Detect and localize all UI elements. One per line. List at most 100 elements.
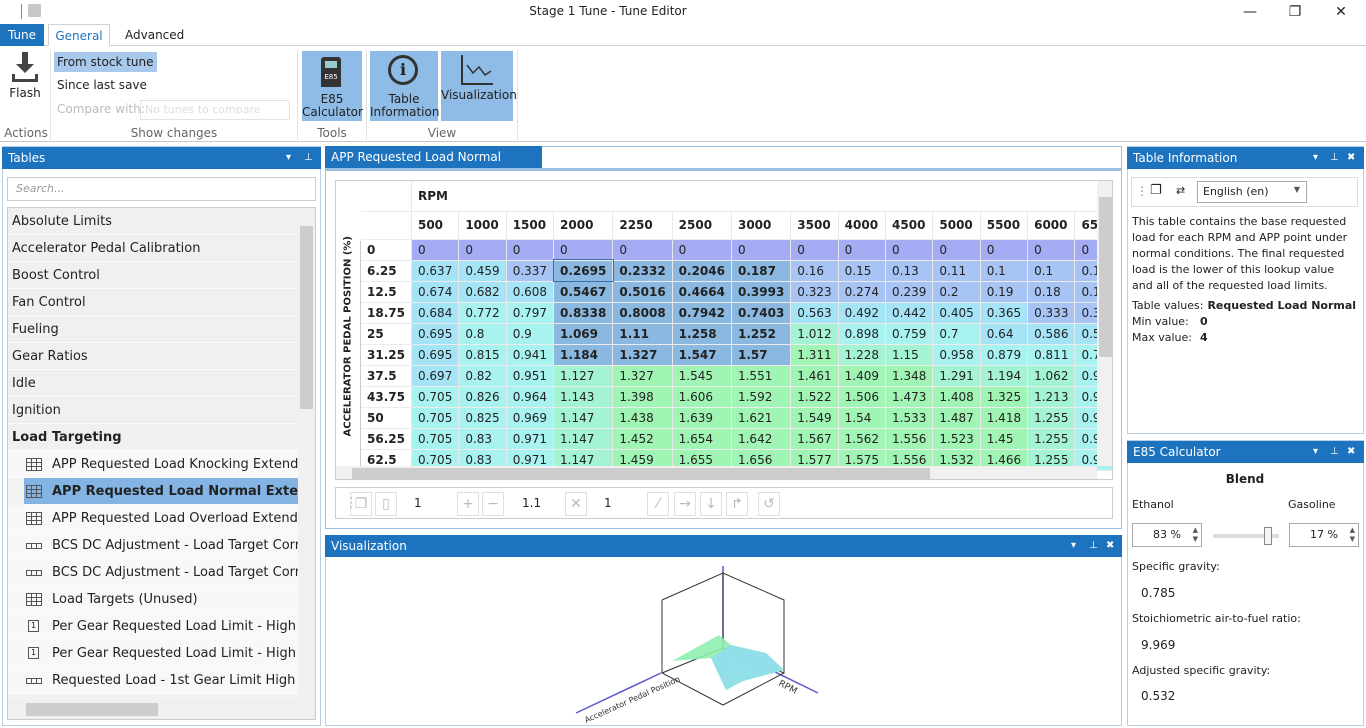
spin-arrows-icon[interactable]: ▲ ▼ bbox=[1193, 526, 1198, 544]
table-cell[interactable]: 1.606 bbox=[672, 386, 732, 408]
table-cell[interactable]: 1.062 bbox=[1027, 365, 1076, 387]
table-cell[interactable]: 0 bbox=[838, 239, 887, 261]
row-header[interactable]: 6.25 bbox=[361, 260, 412, 282]
pin-icon[interactable]: ⊥ bbox=[1330, 441, 1339, 463]
table-cell[interactable]: 0.2695 bbox=[552, 259, 614, 282]
table-cell[interactable]: 0.11 bbox=[932, 260, 981, 282]
pin-icon[interactable]: ⊥ bbox=[1089, 535, 1098, 557]
table-cell[interactable]: 1.547 bbox=[672, 344, 732, 366]
grid-vscroll-thumb[interactable] bbox=[1099, 197, 1112, 357]
table-cell[interactable]: 1.45 bbox=[980, 428, 1029, 450]
table-cell[interactable]: 0.8 bbox=[458, 323, 507, 345]
table-cell[interactable]: 1.11 bbox=[612, 323, 673, 345]
table-category[interactable]: Fueling bbox=[8, 316, 298, 343]
table-cell[interactable]: 0 bbox=[731, 239, 792, 261]
table-cell[interactable]: 1.523 bbox=[932, 428, 981, 450]
table-cell[interactable]: 1.15 bbox=[885, 344, 934, 366]
table-cell[interactable]: 0.898 bbox=[838, 323, 887, 345]
table-cell[interactable]: 0.2046 bbox=[672, 260, 732, 282]
table-cell[interactable]: 1.069 bbox=[553, 323, 614, 345]
ethanol-spinner[interactable]: 83 % ▲ ▼ bbox=[1132, 523, 1202, 547]
table-cell[interactable]: 1.291 bbox=[932, 365, 981, 387]
table-cell[interactable]: 0.971 bbox=[506, 428, 555, 450]
compare-with-dropdown[interactable]: No tunes to compare bbox=[140, 100, 290, 120]
table-cell[interactable]: 0.323 bbox=[790, 281, 839, 303]
close-button[interactable]: ✕ bbox=[1326, 2, 1356, 22]
row-header[interactable]: 50 bbox=[361, 407, 412, 429]
column-header[interactable]: 4500 bbox=[885, 211, 934, 240]
table-cell[interactable]: 1.522 bbox=[790, 386, 839, 408]
blend-slider[interactable] bbox=[1213, 527, 1279, 545]
grid-hscroll-thumb[interactable] bbox=[352, 468, 930, 479]
column-header[interactable]: 1000 bbox=[458, 211, 507, 240]
table-cell[interactable]: 0.274 bbox=[838, 281, 887, 303]
table-cell[interactable]: 0.18 bbox=[1027, 281, 1076, 303]
table-category[interactable]: Fan Control bbox=[8, 289, 298, 316]
pane-menu-icon[interactable]: ▾ bbox=[1313, 441, 1318, 463]
table-category[interactable]: Boost Control bbox=[8, 262, 298, 289]
table-cell[interactable]: 0 bbox=[672, 239, 732, 261]
table-cell[interactable]: 0.16 bbox=[790, 260, 839, 282]
tables-hscrollbar[interactable] bbox=[8, 700, 315, 719]
copy-icon[interactable]: ❐ bbox=[1150, 183, 1162, 198]
fill-both-icon[interactable]: ↱ bbox=[726, 492, 748, 516]
column-header[interactable]: 3500 bbox=[790, 211, 839, 240]
blend-slider-thumb[interactable] bbox=[1263, 527, 1272, 545]
tables-vscroll-thumb[interactable] bbox=[300, 226, 313, 409]
table-cell[interactable]: 0.187 bbox=[731, 260, 792, 282]
table-cell[interactable]: 0.969 bbox=[506, 407, 555, 429]
table-cell[interactable]: 0.826 bbox=[458, 386, 507, 408]
table-cell[interactable]: 0.8008 bbox=[612, 302, 673, 324]
table-cell[interactable]: 1.327 bbox=[612, 344, 673, 366]
spin-arrows-icon[interactable]: ▲ ▼ bbox=[1350, 526, 1355, 544]
since-last-save-option[interactable]: Since last save bbox=[54, 75, 150, 95]
table-list-item[interactable]: APP Requested Load Normal Extended bbox=[24, 478, 298, 505]
table-cell[interactable]: 1.506 bbox=[838, 386, 887, 408]
table-cell[interactable]: 0.772 bbox=[458, 302, 507, 324]
from-stock-tune-option[interactable]: From stock tune bbox=[54, 52, 157, 72]
table-cell[interactable]: 1.213 bbox=[1027, 386, 1076, 408]
table-cell[interactable]: 0.1 bbox=[1027, 260, 1076, 282]
table-cell[interactable]: 0.586 bbox=[1027, 323, 1076, 345]
table-cell[interactable]: 1.556 bbox=[885, 428, 934, 450]
close-pane-icon[interactable]: ✖ bbox=[1106, 535, 1114, 557]
table-cell[interactable]: 0.459 bbox=[458, 260, 507, 282]
table-cell[interactable]: 0 bbox=[885, 239, 934, 261]
flash-button[interactable]: Flash bbox=[6, 52, 44, 106]
table-cell[interactable]: 0.563 bbox=[790, 302, 839, 324]
table-category[interactable]: Absolute Limits bbox=[8, 208, 298, 235]
table-list-item[interactable]: Load Targets (Unused) bbox=[8, 586, 298, 613]
grid-vscrollbar[interactable] bbox=[1097, 181, 1112, 466]
row-header[interactable]: 31.25 bbox=[361, 344, 412, 366]
row-header[interactable]: 12.5 bbox=[361, 281, 412, 303]
table-cell[interactable]: 1.127 bbox=[553, 365, 614, 387]
table-cell[interactable]: 0.82 bbox=[458, 365, 507, 387]
tab-general[interactable]: General bbox=[48, 24, 110, 47]
table-cell[interactable]: 0.3993 bbox=[731, 281, 792, 303]
table-cell[interactable]: 0.8338 bbox=[553, 302, 614, 324]
table-information-button[interactable]: i Table Information bbox=[370, 51, 439, 121]
table-cell[interactable]: 1.545 bbox=[672, 365, 732, 387]
table-cell[interactable]: 0.1 bbox=[980, 260, 1029, 282]
table-cell[interactable]: 0.15 bbox=[838, 260, 887, 282]
3d-surface-plot[interactable]: RPM Accelerator Pedal Position bbox=[326, 558, 1121, 725]
e85-calculator-button[interactable]: E85 E85 Calculator bbox=[302, 51, 363, 121]
minimize-button[interactable]: — bbox=[1235, 2, 1265, 22]
table-cell[interactable]: 0 bbox=[790, 239, 839, 261]
table-cell[interactable]: 1.562 bbox=[838, 428, 887, 450]
column-header[interactable]: 1500 bbox=[506, 211, 555, 240]
table-cell[interactable]: 1.621 bbox=[731, 407, 792, 429]
table-cell[interactable]: 0.608 bbox=[506, 281, 555, 303]
table-cell[interactable]: 0.879 bbox=[980, 344, 1029, 366]
table-category[interactable]: Idle bbox=[8, 370, 298, 397]
table-cell[interactable]: 1.567 bbox=[790, 428, 839, 450]
table-cell[interactable]: 1.228 bbox=[838, 344, 887, 366]
table-cell[interactable]: 1.549 bbox=[790, 407, 839, 429]
table-cell[interactable]: 1.012 bbox=[790, 323, 839, 345]
row-header[interactable]: 25 bbox=[361, 323, 412, 345]
set-value-input[interactable]: 1 bbox=[414, 496, 422, 510]
table-list-item[interactable]: Requested Load - 1st Gear Limit High BA bbox=[8, 667, 298, 694]
table-cell[interactable]: 1.311 bbox=[790, 344, 839, 366]
restore-button[interactable]: ❐ bbox=[1280, 2, 1310, 22]
table-cell[interactable]: 0.684 bbox=[411, 302, 460, 324]
